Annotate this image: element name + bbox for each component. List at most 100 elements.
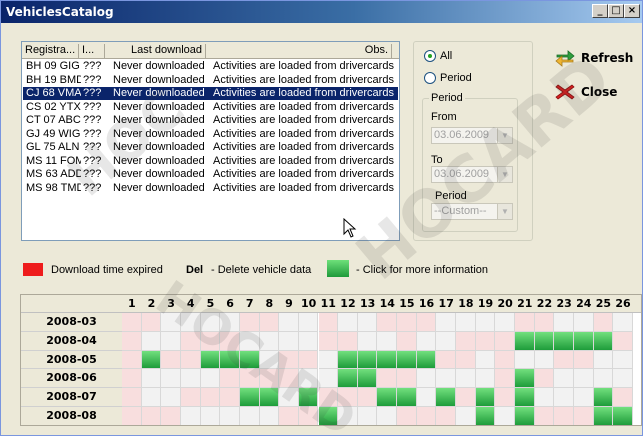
calendar-cell-expired[interactable]	[259, 369, 280, 389]
calendar-cell[interactable]	[456, 313, 476, 332]
calendar-cell-expired[interactable]	[397, 313, 417, 332]
calendar-cell-expired[interactable]	[436, 407, 457, 425]
calendar-cell-expired[interactable]	[436, 350, 457, 370]
calendar-cell-downloaded[interactable]	[298, 388, 319, 407]
calendar-cell[interactable]	[200, 369, 221, 389]
calendar-cell-expired[interactable]	[298, 407, 319, 425]
calendar-cell[interactable]	[279, 388, 299, 407]
calendar-cell-expired[interactable]	[239, 369, 260, 389]
calendar-cell-downloaded[interactable]	[475, 388, 496, 407]
calendar-cell[interactable]	[573, 369, 594, 389]
calendar-cell-expired[interactable]	[122, 388, 142, 407]
list-row[interactable]: MS 63 ADD??? Never downloaded Activities a…	[23, 168, 398, 181]
calendar-cell-expired[interactable]	[397, 331, 417, 351]
calendar-cell-downloaded[interactable]	[397, 350, 417, 370]
calendar-cell[interactable]	[180, 407, 201, 425]
calendar-cell-downloaded[interactable]	[318, 407, 339, 425]
calendar-cell-expired[interactable]	[279, 369, 299, 389]
calendar-cell[interactable]	[475, 313, 496, 332]
calendar-cell-expired[interactable]	[180, 331, 201, 351]
calendar-cell-expired[interactable]	[377, 369, 398, 389]
calendar-cell[interactable]	[161, 369, 181, 389]
calendar-cell-expired[interactable]	[318, 388, 339, 407]
calendar-cell[interactable]	[161, 388, 181, 407]
calendar-cell-expired[interactable]	[220, 369, 240, 389]
calendar-cell-downloaded[interactable]	[554, 331, 574, 351]
calendar-cell-expired[interactable]	[220, 388, 240, 407]
list-row[interactable]: BH 19 BMD??? Never downloaded Activities a…	[23, 74, 398, 87]
calendar-cell-expired[interactable]	[495, 388, 515, 407]
calendar-cell-expired[interactable]	[338, 388, 358, 407]
calendar-cell[interactable]	[161, 331, 181, 351]
calendar-cell-downloaded[interactable]	[377, 388, 398, 407]
calendar-cell-expired[interactable]	[357, 388, 378, 407]
calendar-cell[interactable]	[456, 407, 476, 425]
calendar-cell[interactable]	[298, 369, 319, 389]
calendar-cell-downloaded[interactable]	[593, 407, 614, 425]
calendar-cell-expired[interactable]	[279, 407, 299, 425]
calendar-cell-downloaded[interactable]	[534, 331, 555, 351]
calendar-cell-downloaded[interactable]	[200, 350, 221, 370]
calendar-cell[interactable]	[180, 313, 201, 332]
calendar-cell-expired[interactable]	[141, 407, 162, 425]
calendar-cell[interactable]	[259, 331, 280, 351]
calendar-cell-downloaded[interactable]	[338, 350, 358, 370]
calendar-cell[interactable]	[475, 369, 496, 389]
calendar-cell-expired[interactable]	[161, 407, 181, 425]
calendar-cell-downloaded[interactable]	[239, 388, 260, 407]
calendar-cell-expired[interactable]	[593, 313, 614, 332]
calendar-cell-expired[interactable]	[141, 313, 162, 332]
calendar-cell-downloaded[interactable]	[377, 350, 398, 370]
calendar-cell-expired[interactable]	[220, 331, 240, 351]
calendar-cell-downloaded[interactable]	[436, 388, 457, 407]
calendar-cell-expired[interactable]	[397, 407, 417, 425]
calendar-cell-expired[interactable]	[534, 407, 555, 425]
calendar-cell-expired[interactable]	[200, 331, 221, 351]
calendar-cell-downloaded[interactable]	[515, 388, 535, 407]
calendar-cell-expired[interactable]	[239, 313, 260, 332]
from-dropdown-arrow-icon[interactable]: ▼	[497, 128, 512, 143]
list-row[interactable]: GL 75 ALN??? Never downloaded Activities a…	[23, 141, 398, 154]
calendar-cell-expired[interactable]	[456, 388, 476, 407]
list-row[interactable]: GJ 49 WIG??? Never downloaded Activities a…	[23, 128, 398, 141]
minimize-button[interactable]: _	[592, 4, 608, 18]
period-select[interactable]: --Custom-- ▼	[431, 203, 513, 220]
calendar-cell-expired[interactable]	[554, 350, 574, 370]
calendar-cell-expired[interactable]	[259, 313, 280, 332]
calendar-cell-expired[interactable]	[397, 369, 417, 389]
calendar-cell[interactable]	[613, 313, 633, 332]
period-dropdown-arrow-icon[interactable]: ▼	[497, 204, 512, 219]
list-row[interactable]: CT 07 ABC??? Never downloaded Activities a…	[23, 114, 398, 127]
calendar-cell[interactable]	[200, 313, 221, 332]
calendar-cell-downloaded[interactable]	[475, 407, 496, 425]
calendar-cell-downloaded[interactable]	[515, 369, 535, 389]
calendar-cell-expired[interactable]	[298, 350, 319, 370]
calendar-cell-expired[interactable]	[495, 369, 515, 389]
calendar-cell-downloaded[interactable]	[357, 369, 378, 389]
calendar-cell-expired[interactable]	[279, 350, 299, 370]
calendar-cell[interactable]	[279, 313, 299, 332]
calendar-cell-downloaded[interactable]	[397, 388, 417, 407]
calendar-cell[interactable]	[554, 313, 574, 332]
calendar-cell[interactable]	[220, 313, 240, 332]
calendar-cell-expired[interactable]	[122, 407, 142, 425]
calendar-cell-expired[interactable]	[456, 331, 476, 351]
calendar-cell-downloaded[interactable]	[515, 407, 535, 425]
calendar-cell[interactable]	[377, 407, 398, 425]
calendar-cell[interactable]	[613, 369, 633, 389]
calendar-cell-expired[interactable]	[416, 313, 437, 332]
maximize-button[interactable]: □	[608, 4, 624, 18]
calendar-cell[interactable]	[239, 331, 260, 351]
calendar-cell[interactable]	[593, 350, 614, 370]
calendar-cell-expired[interactable]	[416, 407, 437, 425]
calendar-cell[interactable]	[554, 388, 574, 407]
calendar-cell[interactable]	[161, 313, 181, 332]
calendar-cell[interactable]	[377, 331, 398, 351]
list-row[interactable]: BH 09 GIG??? Never downloaded Activities a…	[23, 60, 398, 73]
calendar-cell[interactable]	[554, 369, 574, 389]
vehicle-list[interactable]: Registra... I... Last download Obs. BH 0…	[21, 41, 400, 241]
column-header-id[interactable]: I...	[79, 44, 105, 58]
calendar-cell[interactable]	[475, 350, 496, 370]
calendar-cell-downloaded[interactable]	[515, 331, 535, 351]
to-dropdown-arrow-icon[interactable]: ▼	[497, 167, 512, 182]
